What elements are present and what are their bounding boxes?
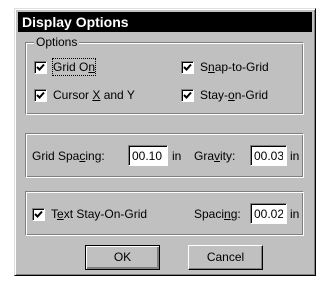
cursor-xy-checkbox-box[interactable] (34, 88, 47, 102)
snap-to-grid-label: Snap-to-Grid (200, 60, 269, 74)
snap-to-grid-checkbox[interactable]: Snap-to-Grid (181, 59, 269, 75)
cursor-xy-checkbox[interactable]: Cursor X and Y (34, 87, 135, 103)
options-group-legend: Options (34, 35, 80, 49)
checkmark-icon (183, 91, 192, 99)
text-stay-on-grid-checkbox-box[interactable] (32, 207, 45, 221)
text-spacing-input[interactable] (250, 203, 287, 224)
checkmark-icon (36, 63, 45, 71)
text-group: Text Stay-On-Grid Spacing: in (25, 191, 304, 236)
stay-on-grid-checkbox[interactable]: Stay-on-Grid (181, 87, 268, 103)
cancel-button[interactable]: Cancel (188, 245, 263, 270)
checkmark-icon (183, 63, 192, 71)
text-stay-on-grid-label: Text Stay-On-Grid (51, 207, 148, 221)
gravity-input[interactable] (250, 145, 287, 166)
cursor-xy-label: Cursor X and Y (53, 88, 135, 102)
text-spacing-unit: in (290, 207, 300, 221)
stay-on-grid-checkbox-box[interactable] (181, 88, 194, 102)
grid-spacing-label: Grid Spacing: (32, 149, 105, 163)
checkmark-icon (34, 210, 43, 218)
grid-spacing-input[interactable] (128, 145, 168, 166)
checkmark-icon (36, 91, 45, 99)
gravity-unit: in (290, 149, 300, 163)
snap-to-grid-checkbox-box[interactable] (181, 60, 194, 74)
spacing-group: Grid Spacing: in Gravity: in (25, 133, 304, 178)
grid-spacing-unit: in (172, 149, 182, 163)
options-group: Options Grid On Snap-to-Grid Cursor X an… (25, 35, 304, 115)
dialog-title: Display Options (18, 12, 312, 32)
grid-on-checkbox-box[interactable] (34, 60, 47, 74)
grid-on-checkbox[interactable]: Grid On (34, 58, 97, 76)
stay-on-grid-label: Stay-on-Grid (200, 88, 269, 102)
gravity-label: Gravity: (194, 149, 236, 163)
text-spacing-label: Spacing: (194, 207, 241, 221)
ok-button[interactable]: OK (85, 245, 160, 270)
text-stay-on-grid-checkbox[interactable]: Text Stay-On-Grid (32, 206, 147, 222)
display-options-dialog: Display Options Options Grid On Snap-to-… (14, 8, 316, 276)
grid-on-label: Grid On (51, 58, 97, 76)
